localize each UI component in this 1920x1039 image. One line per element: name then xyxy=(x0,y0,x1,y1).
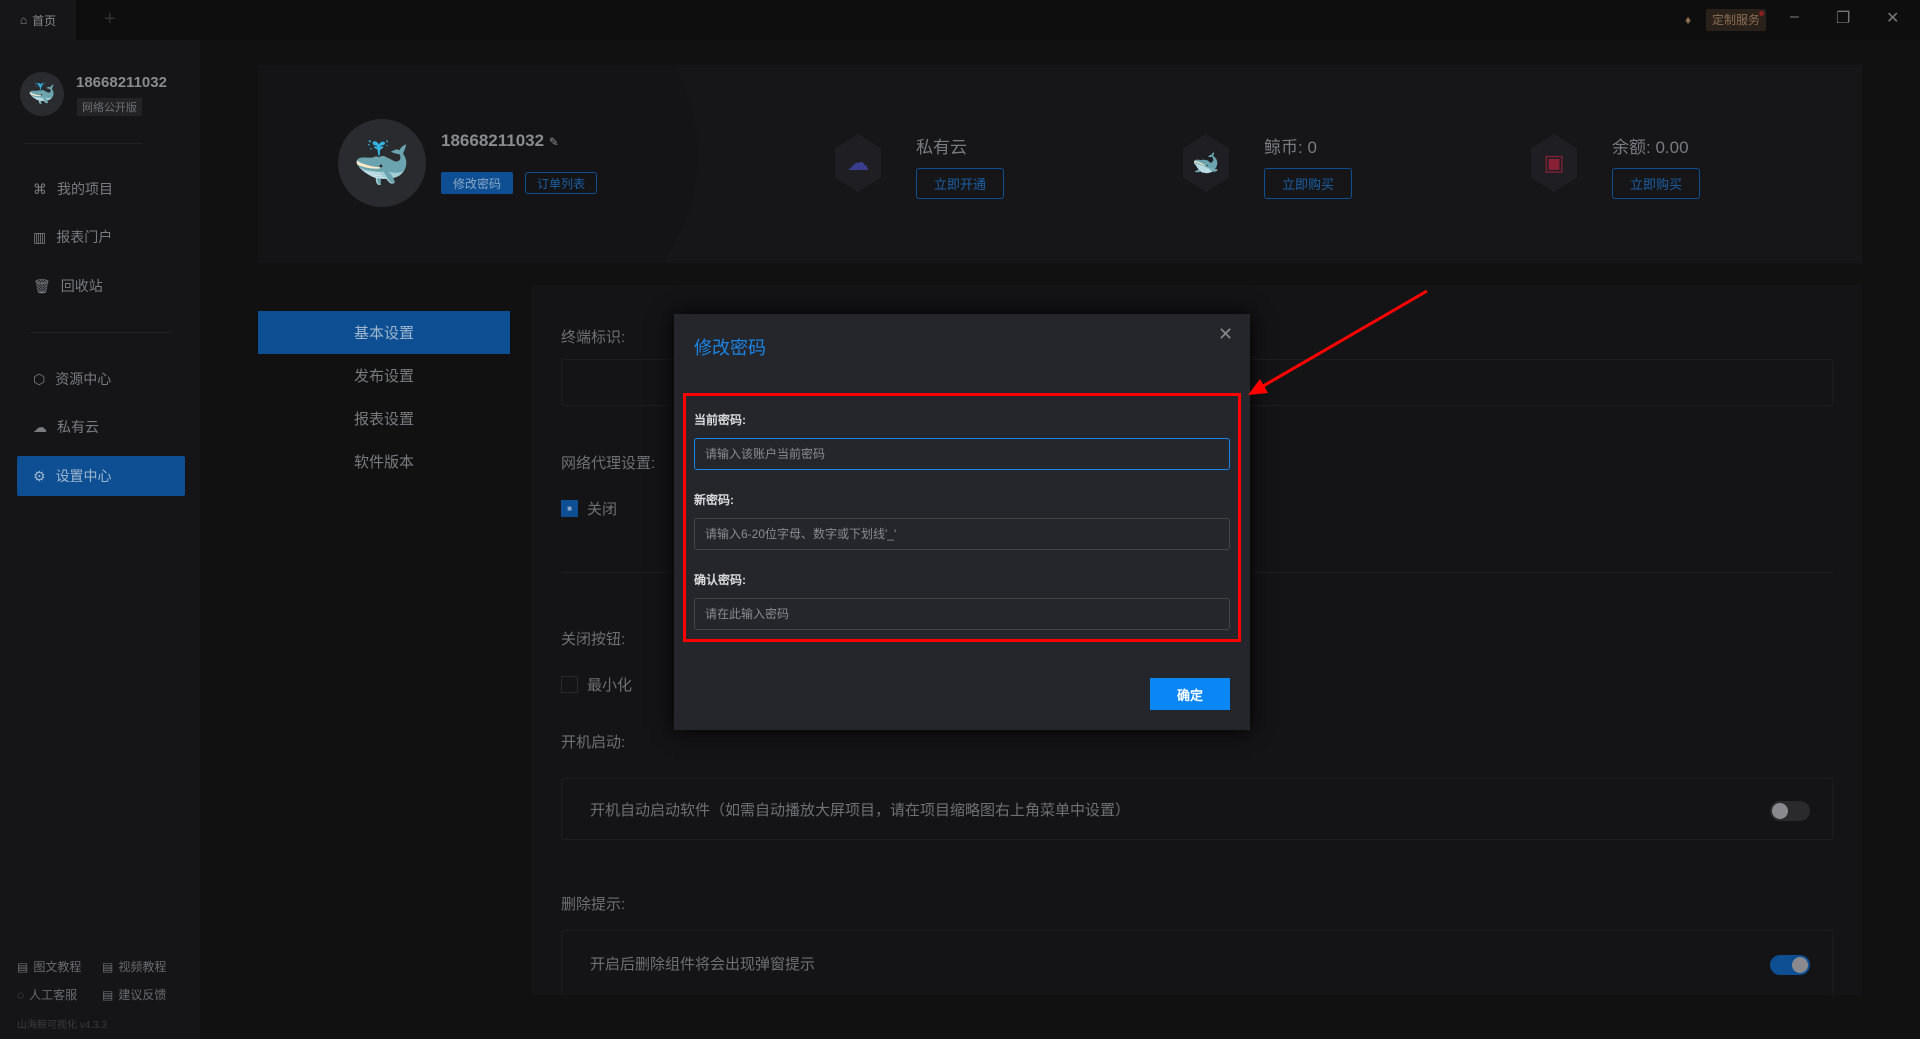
annotation-arrow xyxy=(1248,289,1428,395)
cloud-icon: ☁ xyxy=(33,418,47,435)
avatar[interactable]: 🐳 xyxy=(20,72,64,116)
sidebar-username: 18668211032 xyxy=(76,74,167,91)
tab-home[interactable]: ⌂ 首页 xyxy=(0,0,76,40)
settings-menu: 基本设置 发布设置 报表设置 软件版本 xyxy=(258,311,510,491)
wallet-icon: ▣ xyxy=(1531,134,1577,192)
divider xyxy=(24,143,142,144)
activate-button[interactable]: 立即开通 xyxy=(916,168,1004,199)
current-password-label: 当前密码: xyxy=(694,413,746,427)
proxy-label: 网络代理设置: xyxy=(561,455,656,472)
menu-publish-settings[interactable]: 发布设置 xyxy=(258,354,510,397)
startup-label: 开机启动: xyxy=(561,734,626,751)
arrow-line xyxy=(1257,289,1428,391)
confirm-password-label: 确认密码: xyxy=(694,573,746,587)
minimize-checkbox[interactable]: 最小化 xyxy=(561,674,632,695)
profile-username: 18668211032 ✎ xyxy=(441,131,559,150)
notification-dot xyxy=(1759,11,1764,16)
delete-tip-row: 开启后删除组件将会出现弹窗提示 xyxy=(561,930,1833,995)
menu-report-settings[interactable]: 报表设置 xyxy=(258,397,510,440)
toggle-knob xyxy=(1772,803,1788,819)
home-icon: ⌂ xyxy=(19,13,28,27)
balance-title: 余额: 0.00 xyxy=(1612,138,1689,157)
add-tab-button[interactable]: + xyxy=(104,8,116,31)
link-customer-service[interactable]: ◌ 人工客服 xyxy=(17,986,77,1003)
change-password-button[interactable]: 修改密码 xyxy=(441,172,513,194)
gear-icon: ⚙ xyxy=(33,467,46,484)
menu-software-version[interactable]: 软件版本 xyxy=(258,440,510,483)
close-icon[interactable]: ✕ xyxy=(1218,324,1233,345)
sidebar-item-my-projects[interactable]: ⌘ 我的项目 xyxy=(17,169,185,209)
close-button-label: 关闭按钮: xyxy=(561,631,626,648)
confirm-button[interactable]: 确定 xyxy=(1150,678,1230,710)
video-icon: ▤ xyxy=(102,959,114,974)
startup-toggle[interactable] xyxy=(1770,801,1810,821)
whale-coin-title: 鲸币: 0 xyxy=(1264,138,1317,157)
whale-coin-icon: 🐋 xyxy=(1183,134,1229,192)
headset-icon: ◌ xyxy=(17,987,25,1002)
sidebar-item-settings[interactable]: ⚙ 设置中心 xyxy=(17,456,185,496)
private-cloud-icon: ☁ xyxy=(835,134,881,192)
feedback-icon: ▤ xyxy=(102,987,114,1002)
change-password-dialog: 修改密码 ✕ 当前密码: 新密码: 确认密码: 确定 xyxy=(674,314,1250,730)
diamond-icon: ♦ xyxy=(1685,13,1692,27)
link-text-tutorial[interactable]: ▤ 图文教程 xyxy=(17,958,81,975)
divider xyxy=(30,332,172,333)
profile-card: 🐳 18668211032 ✎ 修改密码 订单列表 ☁ 私有云 立即开通 🐋 鲸… xyxy=(258,65,1862,263)
restore-button[interactable]: ❐ xyxy=(1836,8,1850,28)
buy-balance-button[interactable]: 立即购买 xyxy=(1612,168,1700,199)
version-label: 山海鲸可视化 v4.3.3 xyxy=(17,1020,108,1031)
link-feedback[interactable]: ▤ 建议反馈 xyxy=(102,986,166,1003)
delete-tip-description: 开启后删除组件将会出现弹窗提示 xyxy=(590,956,816,973)
close-window-button[interactable]: ✕ xyxy=(1886,8,1899,28)
decor-shape xyxy=(258,65,698,263)
tab-bar: ⌂ 首页 + ♦ 定制服务 – ❐ ✕ xyxy=(0,0,1920,40)
confirm-password-input[interactable] xyxy=(694,598,1230,630)
project-icon: ⌘ xyxy=(33,180,47,197)
order-list-button[interactable]: 订单列表 xyxy=(525,172,597,194)
current-password-input[interactable] xyxy=(694,438,1230,470)
checkbox-checked-icon: ■ xyxy=(561,500,578,517)
startup-description: 开机自动启动软件（如需自动播放大屏项目，请在项目缩略图右上角菜单中设置） xyxy=(590,802,1131,819)
sidebar-item-report-portal[interactable]: ▥ 报表门户 xyxy=(17,217,185,257)
report-icon: ▥ xyxy=(33,228,47,245)
proxy-off-checkbox[interactable]: ■ 关闭 xyxy=(561,498,617,519)
menu-basic-settings[interactable]: 基本设置 xyxy=(258,311,510,354)
sidebar-item-resource-center[interactable]: ⬡ 资源中心 xyxy=(17,359,185,399)
link-video-tutorial[interactable]: ▤ 视频教程 xyxy=(102,958,166,975)
new-password-input[interactable] xyxy=(694,518,1230,550)
dialog-title: 修改密码 xyxy=(694,338,766,358)
new-password-label: 新密码: xyxy=(694,493,734,507)
delete-tip-label: 删除提示: xyxy=(561,896,626,913)
buy-coin-button[interactable]: 立即购买 xyxy=(1264,168,1352,199)
arrow-head xyxy=(1248,379,1268,395)
checkbox-icon xyxy=(561,676,578,693)
minimize-button[interactable]: – xyxy=(1790,8,1799,26)
sidebar-item-recycle-bin[interactable]: 🗑 回收站 xyxy=(17,266,185,306)
profile-avatar[interactable]: 🐳 xyxy=(338,119,426,207)
private-cloud-title: 私有云 xyxy=(916,138,967,157)
edition-badge: 网络公开版 xyxy=(77,98,142,116)
startup-row: 开机自动启动软件（如需自动播放大屏项目，请在项目缩略图右上角菜单中设置） xyxy=(561,778,1833,840)
sidebar-item-private-cloud[interactable]: ☁ 私有云 xyxy=(17,407,185,447)
terminal-id-label: 终端标识: xyxy=(561,329,626,346)
sidebar: 🐳 18668211032 网络公开版 ⌘ 我的项目 ▥ 报表门户 🗑 回收站 ⬡ 资源… xyxy=(0,40,200,1039)
resource-icon: ⬡ xyxy=(33,370,46,387)
delete-tip-toggle[interactable] xyxy=(1770,955,1810,975)
custom-service-button[interactable]: 定制服务 xyxy=(1706,9,1767,31)
doc-icon: ▤ xyxy=(17,959,29,974)
edit-icon: ✎ xyxy=(548,135,559,149)
trash-icon: 🗑 xyxy=(33,277,51,294)
toggle-knob xyxy=(1792,957,1808,973)
